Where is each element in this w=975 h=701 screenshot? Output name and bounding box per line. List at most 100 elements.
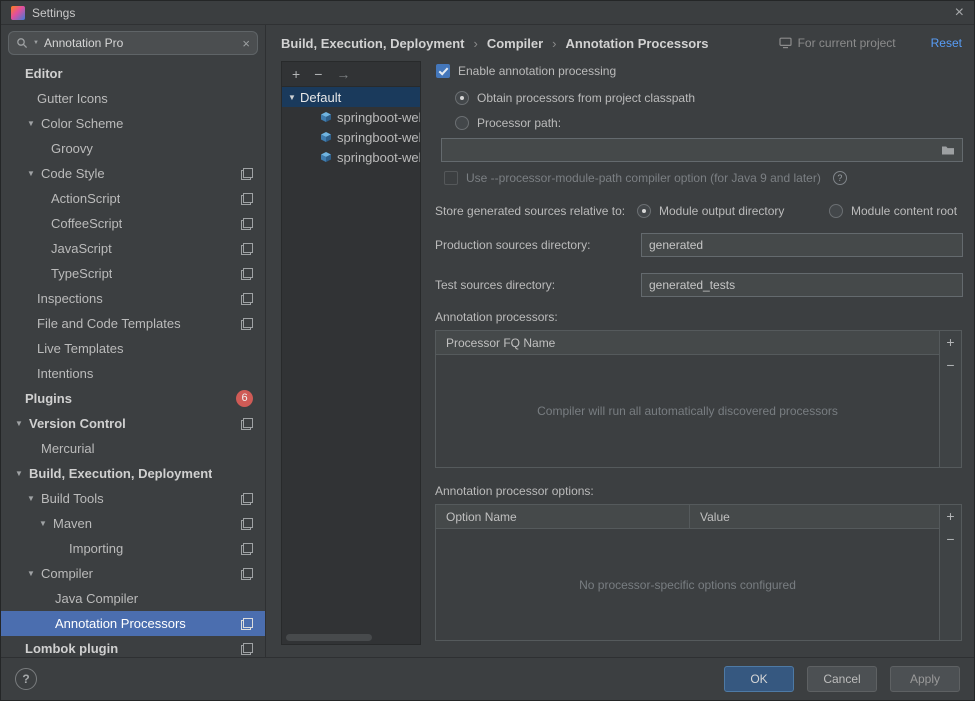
expanded-arrow-icon[interactable]: ▼ (39, 519, 53, 528)
obtain-processors-radio[interactable]: Obtain processors from project classpath (455, 89, 695, 107)
column-header-value[interactable]: Value (690, 505, 740, 528)
folder-icon[interactable] (941, 144, 955, 156)
module-content-root-label: Module content root (851, 204, 958, 218)
move-to-profile-icon[interactable]: → (336, 67, 350, 81)
profile-module-item[interactable]: springboot-web (282, 127, 420, 147)
clear-search-icon[interactable]: × (242, 36, 250, 51)
sidebar-item-javascript[interactable]: JavaScript (1, 236, 265, 261)
reset-link[interactable]: Reset (931, 36, 962, 50)
sidebar-item-annotation-processors[interactable]: Annotation Processors (1, 611, 265, 636)
sidebar-item-intentions[interactable]: Intentions (1, 361, 265, 386)
sidebar-item-plugins[interactable]: Plugins 6 (1, 386, 265, 411)
radio-selected-icon[interactable] (637, 204, 651, 218)
add-profile-icon[interactable]: + (292, 67, 300, 81)
radio-unselected-icon[interactable] (455, 116, 469, 130)
sidebar-item-label: Plugins (25, 391, 72, 406)
sidebar-item-groovy[interactable]: Groovy (1, 136, 265, 161)
checkbox-checked-icon[interactable] (436, 64, 450, 78)
sidebar-item-editor[interactable]: Editor (1, 61, 265, 86)
sidebar-item-version-control[interactable]: ▼ Version Control (1, 411, 265, 436)
dialog-footer: ? OK Cancel Apply (1, 657, 974, 700)
sidebar-item-actionscript[interactable]: ActionScript (1, 186, 265, 211)
column-header-option-name[interactable]: Option Name (436, 505, 690, 528)
store-generated-sources-row: Store generated sources relative to: Mod… (435, 202, 962, 220)
breadcrumb-item-build-execution-deployment[interactable]: Build, Execution, Deployment (281, 36, 464, 51)
sidebar-item-mercurial[interactable]: Mercurial (1, 436, 265, 461)
breadcrumb: Build, Execution, Deployment › Compiler … (267, 25, 974, 61)
sidebar-item-label: Maven (53, 516, 93, 531)
test-sources-input[interactable] (649, 278, 955, 292)
ok-button[interactable]: OK (724, 666, 794, 692)
profile-module-item[interactable]: springboot-web (282, 147, 420, 167)
project-settings-icon (241, 267, 253, 280)
sidebar-item-coffeescript[interactable]: CoffeeScript (1, 211, 265, 236)
expanded-arrow-icon[interactable]: ▼ (15, 469, 29, 478)
processor-path-field[interactable] (441, 138, 963, 162)
sidebar-item-inspections[interactable]: Inspections (1, 286, 265, 311)
sidebar-item-java-compiler[interactable]: Java Compiler (1, 586, 265, 611)
annotation-processors-label: Annotation processors: (435, 310, 558, 324)
expanded-arrow-icon[interactable]: ▼ (288, 93, 300, 102)
sidebar-item-label: Editor (25, 66, 63, 81)
sidebar-item-maven[interactable]: ▼ Maven (1, 511, 265, 536)
expanded-arrow-icon[interactable]: ▼ (27, 569, 41, 578)
horizontal-scrollbar[interactable] (286, 634, 372, 641)
sidebar-item-typescript[interactable]: TypeScript (1, 261, 265, 286)
sidebar-item-compiler[interactable]: ▼ Compiler (1, 561, 265, 586)
search-box[interactable]: ▼ × (8, 31, 258, 55)
test-sources-field[interactable] (641, 273, 963, 297)
sidebar-item-color-scheme[interactable]: ▼ Color Scheme (1, 111, 265, 136)
sidebar-item-gutter-icons[interactable]: Gutter Icons (1, 86, 265, 111)
sidebar-item-lombok-plugin[interactable]: Lombok plugin (1, 636, 265, 657)
column-header-processor-fq-name[interactable]: Processor FQ Name (436, 331, 565, 354)
expanded-arrow-icon[interactable]: ▼ (27, 494, 41, 503)
settings-form: Enable annotation processing Obtain proc… (435, 61, 963, 645)
sidebar-item-build-execution-deployment[interactable]: ▼ Build, Execution, Deployment (1, 461, 265, 486)
search-history-arrow-icon[interactable]: ▼ (33, 40, 39, 46)
expanded-arrow-icon[interactable]: ▼ (15, 419, 29, 428)
remove-profile-icon[interactable]: − (314, 67, 322, 81)
radio-selected-icon[interactable] (455, 91, 469, 105)
sidebar-item-live-templates[interactable]: Live Templates (1, 336, 265, 361)
help-button[interactable]: ? (15, 668, 37, 690)
enable-annotation-processing-checkbox[interactable]: Enable annotation processing (436, 62, 616, 80)
module-content-root-radio[interactable]: Module content root (829, 202, 957, 220)
options-empty-text: No processor-specific options configured (579, 577, 796, 592)
annotation-processor-options-table: Option Name Value No processor-specific … (435, 504, 962, 641)
profiles-panel: + − → ▼ Default springboot-web springboot-w… (281, 61, 421, 645)
sidebar-item-label: File and Code Templates (37, 316, 181, 331)
processor-path-radio[interactable]: Processor path: (455, 114, 561, 132)
module-output-directory-label: Module output directory (659, 204, 785, 218)
options-table-body[interactable]: No processor-specific options configured (436, 529, 939, 640)
breadcrumb-item-compiler[interactable]: Compiler (487, 36, 543, 51)
production-sources-input[interactable] (649, 238, 955, 252)
processors-table-body[interactable]: Compiler will run all automatically disc… (436, 355, 939, 467)
processor-module-path-checkbox[interactable]: Use --processor-module-path compiler opt… (444, 169, 847, 187)
project-settings-icon (241, 242, 253, 255)
close-icon[interactable]: × (955, 4, 964, 21)
help-icon[interactable]: ? (832, 171, 847, 185)
sidebar-item-build-tools[interactable]: ▼ Build Tools (1, 486, 265, 511)
production-sources-field[interactable] (641, 233, 963, 257)
sidebar-item-label: Compiler (41, 566, 94, 581)
profiles-tree: ▼ Default springboot-web springboot-web spri… (282, 87, 420, 167)
profile-module-item[interactable]: springboot-web (282, 107, 420, 127)
sidebar-item-importing[interactable]: Importing (1, 536, 265, 561)
remove-option-button[interactable]: − (946, 532, 954, 546)
module-output-directory-radio[interactable]: Module output directory (637, 202, 784, 220)
expanded-arrow-icon[interactable]: ▼ (27, 119, 41, 128)
remove-processor-button[interactable]: − (946, 358, 954, 372)
search-input[interactable] (43, 36, 238, 50)
processor-path-input[interactable] (449, 143, 941, 157)
cancel-button[interactable]: Cancel (807, 666, 877, 692)
project-settings-icon (241, 292, 253, 305)
add-option-button[interactable]: + (946, 509, 954, 523)
add-processor-button[interactable]: + (946, 335, 954, 349)
profile-item-default[interactable]: ▼ Default (282, 87, 420, 107)
apply-button[interactable]: Apply (890, 666, 960, 692)
expanded-arrow-icon[interactable]: ▼ (27, 169, 41, 178)
sidebar-item-code-style[interactable]: ▼ Code Style (1, 161, 265, 186)
radio-unselected-icon[interactable] (829, 204, 843, 218)
module-label: springboot-web (337, 109, 420, 125)
sidebar-item-file-and-code-templates[interactable]: File and Code Templates (1, 311, 265, 336)
